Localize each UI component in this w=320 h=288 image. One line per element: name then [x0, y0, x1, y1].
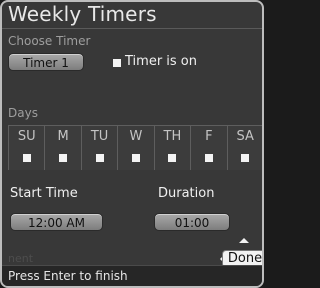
day-label-su: SU: [17, 129, 36, 144]
start-time-field[interactable]: 12:00 AM: [10, 213, 103, 231]
start-time-label: Start Time: [10, 186, 78, 201]
day-checkbox-f[interactable]: [204, 154, 213, 162]
timer-on-checkbox[interactable]: [113, 59, 121, 67]
days-label: Days: [8, 106, 38, 120]
day-checkbox-tu[interactable]: [95, 154, 104, 162]
status-bar: Press Enter to finish: [2, 265, 262, 286]
day-friday[interactable]: F: [190, 125, 227, 170]
weekly-timers-dialog: Weekly Timers Choose Timer Timer 1 Timer…: [0, 0, 264, 288]
day-wednesday[interactable]: W: [117, 125, 154, 170]
day-label-w: W: [129, 129, 143, 144]
day-label-f: F: [205, 129, 213, 144]
day-checkbox-w[interactable]: [131, 154, 140, 162]
day-sunday[interactable]: SU: [8, 125, 45, 170]
day-label-th: TH: [163, 129, 182, 144]
choose-timer-label: Choose Timer: [8, 34, 91, 48]
day-checkbox-m[interactable]: [59, 154, 68, 162]
day-label-tu: TU: [90, 129, 109, 144]
title-divider: [2, 28, 262, 29]
status-text: Press Enter to finish: [8, 269, 128, 283]
day-tuesday[interactable]: TU: [80, 125, 118, 170]
day-label-m: M: [57, 129, 69, 144]
faded-text: nent: [8, 252, 34, 265]
day-thursday[interactable]: TH: [153, 125, 191, 170]
day-checkbox-sa[interactable]: [241, 154, 250, 162]
day-label-sa: SA: [236, 129, 254, 144]
dialog-title: Weekly Timers: [8, 2, 157, 26]
duration-field[interactable]: 01:00: [154, 213, 230, 231]
day-saturday[interactable]: SA: [226, 125, 262, 170]
timer-selector-button[interactable]: Timer 1: [8, 53, 84, 71]
days-grid: SU M TU W TH F SA: [8, 125, 262, 170]
duration-label: Duration: [158, 186, 215, 201]
day-checkbox-su[interactable]: [22, 154, 31, 162]
timer-on-label: Timer is on: [125, 54, 198, 69]
day-monday[interactable]: M: [44, 125, 81, 170]
day-checkbox-th[interactable]: [168, 154, 177, 162]
